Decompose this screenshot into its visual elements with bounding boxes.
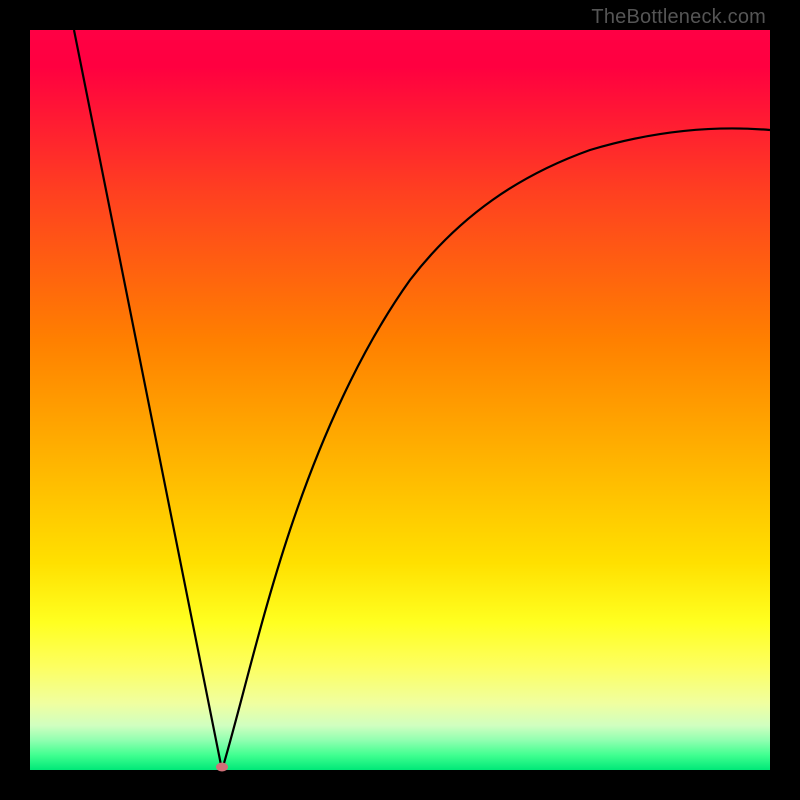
minimum-marker <box>216 763 228 772</box>
watermark-text: TheBottleneck.com <box>591 6 766 29</box>
curve-path <box>74 30 770 770</box>
bottleneck-curve <box>30 30 770 770</box>
plot-area <box>30 30 770 770</box>
